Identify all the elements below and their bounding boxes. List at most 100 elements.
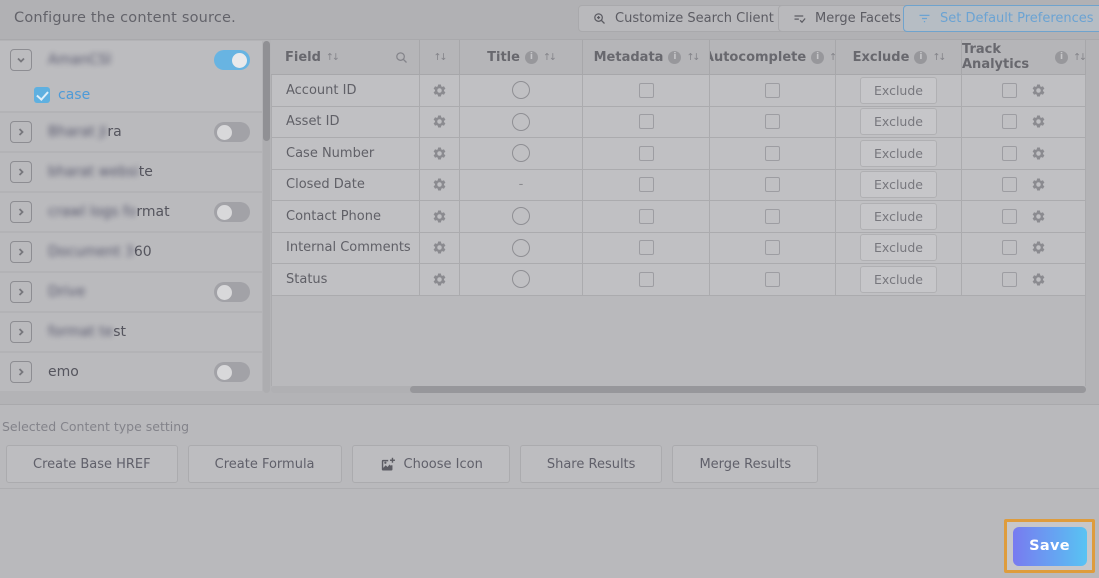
sidebar-item-source-2[interactable]: Bharat Jira xyxy=(0,113,262,151)
sort-icon[interactable] xyxy=(686,52,698,63)
title-radio[interactable] xyxy=(512,81,530,99)
gear-icon[interactable] xyxy=(1031,146,1046,161)
sidebar-subitem-case[interactable]: case xyxy=(0,79,262,111)
search-icon[interactable] xyxy=(394,50,409,65)
sidebar-item-source-3[interactable]: bharat website xyxy=(0,153,262,191)
metadata-checkbox[interactable] xyxy=(639,272,654,287)
autocomplete-checkbox[interactable] xyxy=(765,83,780,98)
chevron-right-icon[interactable] xyxy=(10,361,32,383)
gear-icon[interactable] xyxy=(432,83,447,98)
title-radio[interactable] xyxy=(512,113,530,131)
gear-icon[interactable] xyxy=(432,114,447,129)
metadata-checkbox[interactable] xyxy=(639,209,654,224)
source-enabled-toggle[interactable] xyxy=(214,282,250,302)
exclude-button[interactable]: Exclude xyxy=(860,203,937,230)
autocomplete-checkbox[interactable] xyxy=(765,209,780,224)
track-analytics-checkbox[interactable] xyxy=(1002,114,1017,129)
track-analytics-checkbox[interactable] xyxy=(1002,240,1017,255)
info-icon[interactable] xyxy=(914,51,927,64)
source-enabled-toggle[interactable] xyxy=(214,122,250,142)
chevron-right-icon[interactable] xyxy=(10,121,32,143)
chevron-right-icon[interactable] xyxy=(10,281,32,303)
vertical-scrollbar-thumb[interactable] xyxy=(263,41,270,141)
info-icon[interactable] xyxy=(811,51,824,64)
sort-icon[interactable] xyxy=(543,52,555,63)
gear-icon[interactable] xyxy=(432,209,447,224)
share-results-button[interactable]: Share Results xyxy=(520,445,663,483)
track-analytics-checkbox[interactable] xyxy=(1002,146,1017,161)
exclude-button[interactable]: Exclude xyxy=(860,234,937,261)
set-default-preferences-button[interactable]: Set Default Preferences xyxy=(903,5,1099,32)
gear-icon[interactable] xyxy=(432,177,447,192)
gear-icon[interactable] xyxy=(1031,209,1046,224)
save-highlight-box: Save xyxy=(1004,519,1095,573)
gear-icon[interactable] xyxy=(432,240,447,255)
exclude-button[interactable]: Exclude xyxy=(860,171,937,198)
gear-icon[interactable] xyxy=(1031,114,1046,129)
sidebar-item-source-5[interactable]: Document 360 xyxy=(0,233,262,271)
track-analytics-checkbox[interactable] xyxy=(1002,83,1017,98)
toggle-knob xyxy=(217,365,232,380)
merge-facets-button[interactable]: Merge Facets xyxy=(778,5,915,32)
source-enabled-toggle[interactable] xyxy=(214,362,250,382)
choose-icon-button[interactable]: Choose Icon xyxy=(352,445,510,483)
horizontal-scrollbar-thumb[interactable] xyxy=(410,386,1086,393)
title-radio[interactable] xyxy=(512,270,530,288)
metadata-checkbox[interactable] xyxy=(639,146,654,161)
autocomplete-checkbox[interactable] xyxy=(765,272,780,287)
exclude-button[interactable]: Exclude xyxy=(860,266,937,293)
sidebar-item-source-6[interactable]: Drive xyxy=(0,273,262,311)
gear-icon[interactable] xyxy=(1031,272,1046,287)
sort-icon[interactable] xyxy=(434,52,446,63)
gear-icon[interactable] xyxy=(1031,240,1046,255)
chevron-down-icon[interactable] xyxy=(10,49,32,71)
gear-icon[interactable] xyxy=(1031,83,1046,98)
autocomplete-checkbox[interactable] xyxy=(765,114,780,129)
title-radio[interactable] xyxy=(512,144,530,162)
title-radio[interactable] xyxy=(512,239,530,257)
gear-icon[interactable] xyxy=(432,272,447,287)
metadata-checkbox[interactable] xyxy=(639,240,654,255)
source-enabled-toggle[interactable] xyxy=(214,50,250,70)
save-button[interactable]: Save xyxy=(1013,527,1087,566)
info-icon[interactable] xyxy=(525,51,538,64)
source-enabled-toggle[interactable] xyxy=(214,202,250,222)
autocomplete-checkbox[interactable] xyxy=(765,146,780,161)
title-radio[interactable] xyxy=(512,207,530,225)
merge-results-button[interactable]: Merge Results xyxy=(672,445,818,483)
vertical-scrollbar[interactable] xyxy=(263,41,270,393)
field-name-cell: Contact Phone xyxy=(271,201,420,233)
info-icon[interactable] xyxy=(1055,51,1068,64)
chevron-right-icon[interactable] xyxy=(10,321,32,343)
sidebar-item-source-8[interactable]: emo xyxy=(0,353,262,391)
sidebar-item-source-1[interactable]: AmanCSl xyxy=(0,41,262,79)
autocomplete-checkbox[interactable] xyxy=(765,177,780,192)
chevron-right-icon[interactable] xyxy=(10,201,32,223)
autocomplete-checkbox[interactable] xyxy=(765,240,780,255)
exclude-button[interactable]: Exclude xyxy=(860,140,937,167)
exclude-button[interactable]: Exclude xyxy=(860,108,937,135)
create-base-href-button[interactable]: Create Base HREF xyxy=(6,445,178,483)
sort-icon[interactable] xyxy=(326,52,338,63)
gear-icon[interactable] xyxy=(432,146,447,161)
sidebar-item-source-7[interactable]: format test xyxy=(0,313,262,351)
sort-icon[interactable] xyxy=(932,52,944,63)
chevron-right-icon[interactable] xyxy=(10,241,32,263)
list-check-icon xyxy=(792,11,807,26)
sort-icon[interactable] xyxy=(1073,52,1085,63)
track-analytics-checkbox[interactable] xyxy=(1002,177,1017,192)
track-analytics-checkbox[interactable] xyxy=(1002,209,1017,224)
exclude-button[interactable]: Exclude xyxy=(860,77,937,104)
gear-icon[interactable] xyxy=(1031,177,1046,192)
info-icon[interactable] xyxy=(668,51,681,64)
sort-icon[interactable] xyxy=(829,52,836,63)
create-formula-button[interactable]: Create Formula xyxy=(188,445,342,483)
metadata-checkbox[interactable] xyxy=(639,114,654,129)
metadata-checkbox[interactable] xyxy=(639,83,654,98)
metadata-checkbox[interactable] xyxy=(639,177,654,192)
track-analytics-checkbox[interactable] xyxy=(1002,272,1017,287)
sidebar-item-source-4[interactable]: crawl logs format xyxy=(0,193,262,231)
horizontal-scrollbar[interactable] xyxy=(271,386,1086,393)
case-checkbox-checked[interactable] xyxy=(34,87,50,103)
chevron-right-icon[interactable] xyxy=(10,161,32,183)
